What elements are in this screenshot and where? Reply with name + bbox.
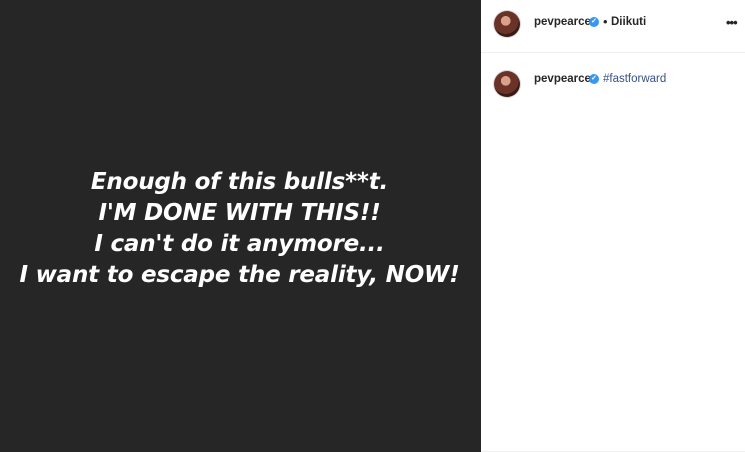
following-button[interactable]: Diikuti (611, 16, 646, 28)
post-header: pevpearce ✓ • Diikuti ••• (481, 0, 745, 53)
post-image[interactable]: Enough of this bulls**t. I'M DONE WITH T… (0, 0, 481, 452)
separator-dot: • (603, 14, 608, 29)
post-text-line: I can't do it anymore... (94, 230, 385, 257)
avatar[interactable] (494, 11, 520, 37)
post-sidebar: pevpearce ✓ • Diikuti ••• pevpearce ✓ #f… (481, 0, 745, 452)
caption-username-link[interactable]: pevpearce (534, 73, 591, 85)
post-text-line: I want to escape the reality, NOW! (19, 261, 460, 288)
post-text: Enough of this bulls**t. I'M DONE WITH T… (19, 167, 459, 291)
more-options-icon[interactable]: ••• (726, 15, 738, 30)
post-text-line: Enough of this bulls**t. (90, 168, 389, 195)
avatar[interactable] (494, 71, 520, 97)
verified-badge-icon: ✓ (589, 74, 599, 84)
verified-badge-icon: ✓ (589, 17, 599, 27)
hashtag-link[interactable]: #fastforward (603, 73, 666, 85)
username-link[interactable]: pevpearce (534, 16, 591, 28)
post-text-line: I'M DONE WITH THIS!! (98, 199, 381, 226)
